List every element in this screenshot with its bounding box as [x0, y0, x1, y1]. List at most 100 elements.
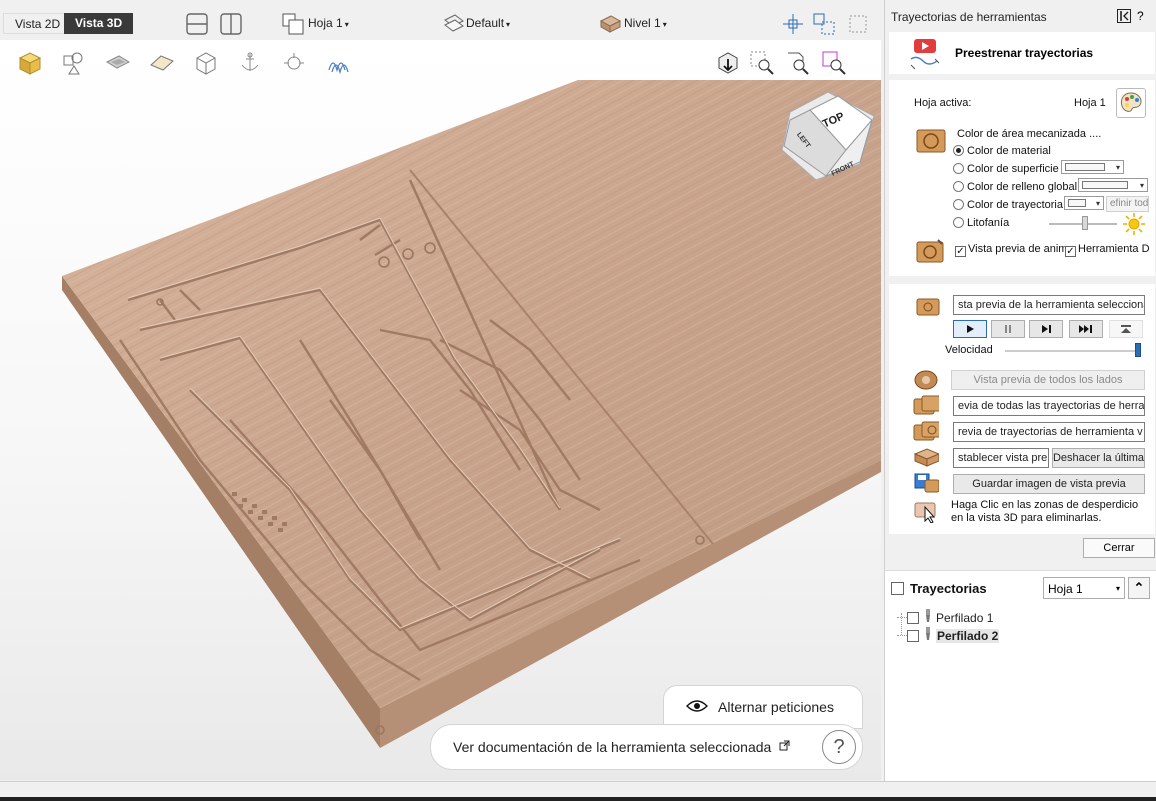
style-icon: [441, 12, 465, 36]
pcb-board-model[interactable]: [0, 40, 881, 780]
chevron-down-icon: ▾: [1115, 584, 1120, 593]
global-fill-color-picker[interactable]: ▾: [1078, 178, 1148, 192]
toolpath-checkbox[interactable]: [907, 611, 919, 624]
tab-3d-view[interactable]: Vista 3D: [64, 13, 134, 34]
preview-heading: Preestrenar trayectorias: [955, 46, 1094, 60]
option-material-color[interactable]: Color de material: [953, 145, 1051, 157]
preview-header: Preestrenar trayectorias: [889, 32, 1155, 74]
active-sheet-label: Hoja activa:: [914, 97, 972, 109]
selection-box-icon[interactable]: [846, 12, 870, 36]
toolpaths-panel: Trayectorias de herramientas ? Preestren…: [884, 0, 1156, 781]
save-image-icon: [913, 472, 939, 494]
option-toolpath-color[interactable]: Color de trayectoria: [953, 199, 1063, 211]
3d-viewport[interactable]: TOP LEFT FRONT Alternar peticiones Ver d…: [0, 40, 881, 780]
sheet-icon: [281, 12, 305, 36]
split-horizontal-icon[interactable]: [185, 12, 209, 36]
level-icon: [598, 12, 622, 36]
snap-icon[interactable]: [781, 12, 805, 36]
move-up-button[interactable]: ⌃: [1128, 577, 1150, 599]
selected-tool-preview-button[interactable]: sta previa de la herramienta seleccionad: [953, 295, 1145, 315]
pause-icon: [1005, 325, 1011, 333]
sheet-dropdown[interactable]: Hoja 1 ▾: [308, 16, 349, 30]
toolpaths-sheet-select[interactable]: Hoja 1 ▾: [1043, 577, 1125, 599]
toolpath-color-picker[interactable]: ▾: [1064, 196, 1104, 210]
radio-lithophane[interactable]: [953, 217, 964, 228]
palette-icon: [1120, 92, 1142, 112]
surface-color-picker[interactable]: ▾: [1061, 160, 1124, 174]
style-dropdown[interactable]: Default ▾: [466, 16, 510, 30]
play-icon: [967, 325, 974, 333]
tool-checkbox[interactable]: ✓ Herramienta D: [1065, 243, 1150, 257]
toolpaths-heading[interactable]: Trayectorias: [891, 581, 987, 596]
toggle-requests-label: Alternar peticiones: [718, 699, 834, 715]
view-toolbar: Vista 2D Vista 3D Hoja 1 ▾ Default ▾ Nivel…: [0, 0, 884, 40]
view-cube[interactable]: TOP LEFT FRONT: [780, 90, 876, 182]
skip-to-end-button[interactable]: [1069, 320, 1103, 338]
panel-title: Trayectorias de herramientas: [891, 10, 1047, 24]
radio-toolpath-color[interactable]: [953, 199, 964, 210]
undo-last-button[interactable]: Deshacer la última: [1052, 448, 1145, 468]
chevron-down-icon: ▾: [662, 20, 667, 29]
speed-label: Velocidad: [945, 344, 993, 356]
view-documentation-label: Ver documentación de la herramienta sele…: [453, 739, 772, 755]
play-preview-icon: [905, 33, 945, 73]
eye-icon: [686, 699, 708, 716]
speed-slider[interactable]: [1005, 350, 1141, 352]
sun-icon: [1122, 212, 1146, 236]
toolpath-checkbox[interactable]: [907, 629, 919, 642]
help-circle-button[interactable]: ?: [822, 730, 856, 764]
material-color-section: Hoja activa: Hoja 1 Color de área mecani…: [889, 80, 1155, 276]
radio-material-color[interactable]: [953, 145, 964, 156]
split-vertical-icon[interactable]: [219, 12, 243, 36]
toolpaths-list-section: Trayectorias Hoja 1 ▾ ⌃ Perfilado 1 Perfi…: [885, 570, 1156, 781]
chevron-down-icon: ▾: [344, 20, 349, 29]
reset-preview-icon: [913, 446, 939, 468]
step-forward-button[interactable]: [1029, 320, 1063, 338]
fast-forward-icon: [1079, 325, 1092, 333]
reset-preview-button[interactable]: stablecer vista pre: [953, 448, 1049, 468]
panel-help-button[interactable]: ?: [1137, 9, 1144, 23]
waste-click-icon: [913, 500, 939, 523]
pause-button[interactable]: [991, 320, 1025, 338]
preview-toolpaths-tool-button[interactable]: revia de trayectorias de herramienta v: [953, 422, 1145, 442]
toolpaths-tool-icon: [913, 420, 939, 442]
save-preview-image-button[interactable]: Guardar imagen de vista previa: [953, 474, 1145, 494]
toolpaths-select-all-checkbox[interactable]: [891, 582, 904, 595]
play-button[interactable]: [953, 320, 987, 338]
app-window: Vista 2D Vista 3D Hoja 1 ▾ Default ▾ Nivel…: [0, 0, 1156, 801]
palette-button[interactable]: [1116, 88, 1146, 118]
selected-tool-preview-icon: [915, 295, 941, 317]
eject-icon: [1121, 325, 1131, 333]
window-bottom-edge: [0, 797, 1156, 801]
define-all-button[interactable]: efinir tod: [1106, 196, 1149, 212]
waste-hint-text: Haga Clic en las zonas de desperdicio en…: [951, 499, 1139, 524]
radio-global-fill-color[interactable]: [953, 181, 964, 192]
speed-slider-thumb[interactable]: [1135, 343, 1141, 357]
chevron-up-icon: ⌃: [1133, 580, 1145, 595]
lithophane-slider-thumb[interactable]: [1082, 216, 1088, 230]
tool-check[interactable]: ✓: [1065, 246, 1076, 257]
close-button[interactable]: Cerrar: [1083, 538, 1155, 558]
radio-surface-color[interactable]: [953, 163, 964, 174]
anim-preview-checkbox[interactable]: ✓ Vista previa de anim: [955, 243, 1067, 257]
option-lithophane[interactable]: Litofanía: [953, 217, 1009, 229]
toolpath-item[interactable]: Perfilado 1: [897, 609, 993, 626]
external-link-icon: [779, 740, 790, 754]
chevron-down-icon: ▾: [1115, 162, 1120, 172]
stop-button[interactable]: [1109, 320, 1143, 338]
preview-all-sides-button[interactable]: Vista previa de todos los lados: [951, 370, 1145, 390]
tab-2d-view[interactable]: Vista 2D: [3, 13, 73, 34]
pin-panel-icon[interactable]: [1117, 9, 1131, 26]
transform-icon[interactable]: [812, 12, 836, 36]
view-documentation-button[interactable]: Ver documentación de la herramienta sele…: [430, 724, 863, 770]
preview-all-toolpaths-button[interactable]: evia de todas las trayectorias de herra: [953, 396, 1145, 416]
option-surface-color[interactable]: Color de superficie: [953, 163, 1059, 175]
chevron-down-icon: ▾: [506, 20, 511, 29]
level-dropdown[interactable]: Nivel 1 ▾: [624, 16, 667, 30]
toolpath-item[interactable]: Perfilado 2: [897, 627, 1000, 644]
anim-preview-check[interactable]: ✓: [955, 246, 966, 257]
preview-controls-section: sta previa de la herramienta seleccionad…: [889, 284, 1155, 534]
option-global-fill-color[interactable]: Color de relleno global: [953, 181, 1077, 193]
all-sides-icon: [913, 368, 939, 390]
toggle-requests-button[interactable]: Alternar peticiones: [663, 685, 863, 729]
